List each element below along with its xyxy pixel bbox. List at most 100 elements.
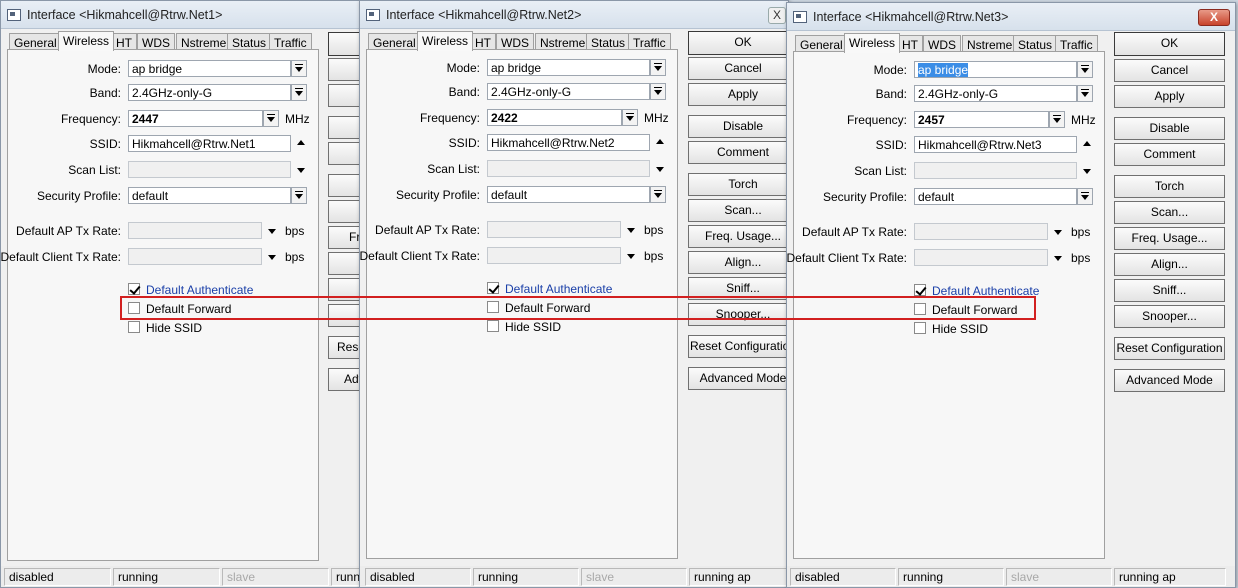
advanced-mode-button[interactable]: Adv — [328, 368, 361, 391]
title-bar[interactable]: Interface <Hikmahcell@Rtrw.Net3> X — [787, 3, 1235, 31]
security-profile-select[interactable]: default — [487, 186, 650, 203]
tab-traffic[interactable]: Traffic — [269, 33, 312, 50]
comment-button[interactable]: Comment — [688, 141, 788, 164]
apply-button[interactable]: Apply — [1114, 85, 1225, 108]
tab-general[interactable]: General — [368, 33, 421, 50]
freq-usage-button[interactable]: Freq. Usage... — [688, 225, 788, 248]
band-select[interactable]: 2.4GHz-only-G — [487, 83, 650, 100]
reset-configuration-button[interactable]: Reset Configuration — [1114, 337, 1225, 360]
default-authenticate-checkbox[interactable] — [128, 283, 140, 295]
security-profile-select[interactable]: default — [128, 187, 291, 204]
expand-arrow-icon[interactable] — [267, 252, 278, 261]
expand-arrow-icon[interactable] — [1053, 253, 1064, 262]
comment-button[interactable]: Comment — [1114, 143, 1225, 166]
default-ap-tx-rate-input[interactable] — [128, 222, 262, 239]
default-client-tx-rate-input[interactable] — [487, 247, 621, 264]
tab-wireless[interactable]: Wireless — [844, 33, 901, 53]
expand-arrow-icon[interactable] — [1053, 227, 1064, 236]
comment-button[interactable] — [328, 142, 361, 165]
torch-button[interactable]: Torch — [688, 173, 788, 196]
expand-arrow-icon[interactable] — [1082, 166, 1093, 175]
expand-arrow-icon[interactable] — [655, 164, 666, 173]
disable-button[interactable]: Disable — [1114, 117, 1225, 140]
frequency-dropdown-icon[interactable] — [263, 110, 279, 127]
security-profile-dropdown-icon[interactable] — [1077, 188, 1093, 205]
ok-button[interactable] — [328, 32, 361, 56]
default-authenticate-checkbox[interactable] — [914, 284, 926, 296]
collapse-arrow-icon[interactable] — [1082, 140, 1093, 149]
mode-dropdown-icon[interactable] — [1077, 61, 1093, 78]
cancel-button[interactable]: Cancel — [1114, 59, 1225, 82]
hide-ssid-checkbox[interactable] — [487, 320, 499, 332]
snooper-button[interactable]: Snooper... — [1114, 305, 1225, 328]
security-profile-select[interactable]: default — [914, 188, 1077, 205]
hide-ssid-checkbox[interactable] — [128, 321, 140, 333]
close-icon[interactable]: X — [1198, 9, 1230, 26]
scan-list-input[interactable] — [487, 160, 650, 177]
collapse-arrow-icon[interactable] — [655, 138, 666, 147]
expand-arrow-icon[interactable] — [626, 251, 637, 260]
hide-ssid-checkbox[interactable] — [914, 322, 926, 334]
scan-button[interactable]: Scan... — [1114, 201, 1225, 224]
tab-wireless[interactable]: Wireless — [417, 31, 474, 51]
apply-button[interactable]: Apply — [688, 83, 788, 106]
default-client-tx-rate-input[interactable] — [914, 249, 1048, 266]
expand-arrow-icon[interactable] — [296, 165, 307, 174]
ok-button[interactable]: OK — [1114, 32, 1225, 56]
band-select[interactable]: 2.4GHz-only-G — [128, 84, 291, 101]
ssid-input[interactable]: Hikmahcell@Rtrw.Net3 — [914, 136, 1077, 153]
tab-ht[interactable]: HT — [111, 33, 137, 50]
close-icon[interactable]: X — [768, 7, 786, 24]
tab-status[interactable]: Status — [1013, 35, 1058, 52]
band-dropdown-icon[interactable] — [650, 83, 666, 100]
default-authenticate-checkbox[interactable] — [487, 282, 499, 294]
tab-nstreme[interactable]: Nstreme — [962, 35, 1018, 52]
mode-dropdown-icon[interactable] — [650, 59, 666, 76]
tab-traffic[interactable]: Traffic — [1055, 35, 1098, 52]
frequency-dropdown-icon[interactable] — [1049, 111, 1065, 128]
ok-button[interactable]: OK — [688, 31, 788, 55]
tab-traffic[interactable]: Traffic — [628, 33, 671, 50]
scan-button[interactable] — [328, 200, 361, 223]
ssid-input[interactable]: Hikmahcell@Rtrw.Net2 — [487, 134, 650, 151]
default-ap-tx-rate-input[interactable] — [914, 223, 1048, 240]
cancel-button[interactable] — [328, 58, 361, 81]
mode-select[interactable]: ap bridge — [914, 61, 1077, 78]
tab-status[interactable]: Status — [586, 33, 631, 50]
align-button[interactable]: Align... — [1114, 253, 1225, 276]
reset-configuration-button[interactable]: Rese — [328, 336, 361, 359]
reset-configuration-button[interactable]: Reset Configuration — [688, 335, 788, 358]
advanced-mode-button[interactable]: Advanced Mode — [688, 367, 788, 390]
align-button[interactable] — [328, 252, 361, 275]
torch-button[interactable] — [328, 174, 361, 197]
disable-button[interactable] — [328, 116, 361, 139]
freq-usage-button[interactable]: Fr — [328, 226, 361, 249]
sniff-button[interactable]: Sniff... — [1114, 279, 1225, 302]
tab-wireless[interactable]: Wireless — [58, 31, 115, 51]
tab-ht[interactable]: HT — [470, 33, 496, 50]
title-bar[interactable]: Interface <Hikmahcell@Rtrw.Net1> — [1, 1, 361, 29]
advanced-mode-button[interactable]: Advanced Mode — [1114, 369, 1225, 392]
tab-general[interactable]: General — [795, 35, 848, 52]
mode-select[interactable]: ap bridge — [128, 60, 291, 77]
mode-select[interactable]: ap bridge — [487, 59, 650, 76]
scan-button[interactable]: Scan... — [688, 199, 788, 222]
torch-button[interactable]: Torch — [1114, 175, 1225, 198]
frequency-select[interactable]: 2457 — [914, 111, 1049, 128]
tab-wds[interactable]: WDS — [496, 33, 534, 50]
freq-usage-button[interactable]: Freq. Usage... — [1114, 227, 1225, 250]
expand-arrow-icon[interactable] — [267, 226, 278, 235]
band-dropdown-icon[interactable] — [291, 84, 307, 101]
disable-button[interactable]: Disable — [688, 115, 788, 138]
tab-nstreme[interactable]: Nstreme — [176, 33, 232, 50]
band-select[interactable]: 2.4GHz-only-G — [914, 85, 1077, 102]
title-bar[interactable]: Interface <Hikmahcell@Rtrw.Net2> X — [360, 1, 788, 29]
tab-wds[interactable]: WDS — [137, 33, 175, 50]
tab-ht[interactable]: HT — [897, 35, 923, 52]
tab-wds[interactable]: WDS — [923, 35, 961, 52]
expand-arrow-icon[interactable] — [626, 225, 637, 234]
tab-nstreme[interactable]: Nstreme — [535, 33, 591, 50]
scan-list-input[interactable] — [128, 161, 291, 178]
frequency-select[interactable]: 2422 — [487, 109, 622, 126]
cancel-button[interactable]: Cancel — [688, 57, 788, 80]
